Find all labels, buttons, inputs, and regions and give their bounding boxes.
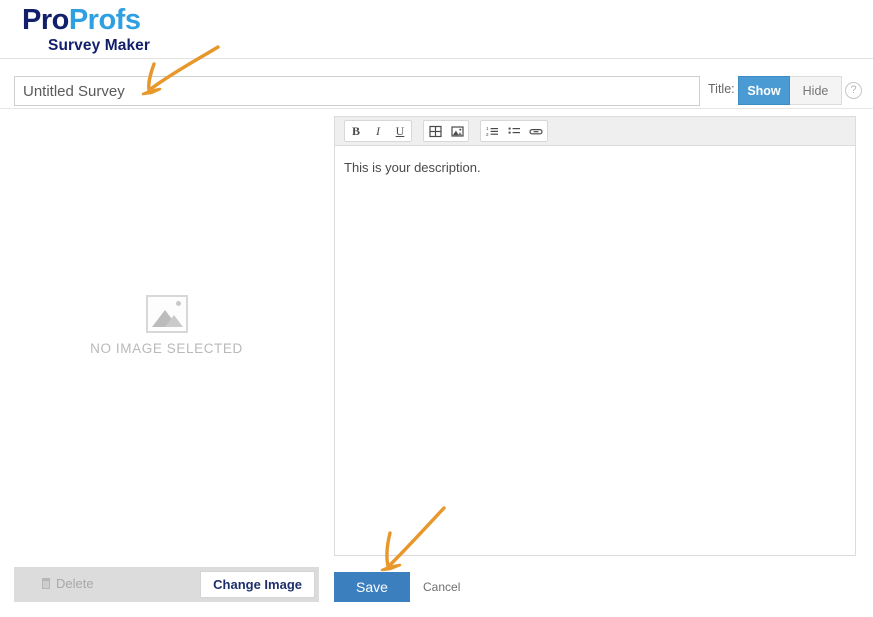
no-image-label: NO IMAGE SELECTED [90, 341, 243, 356]
sun-shape [175, 301, 181, 306]
title-visibility-label: Title: [708, 82, 735, 96]
ordered-list-icon[interactable]: 1 2 [481, 122, 503, 140]
survey-title-input[interactable] [14, 76, 700, 106]
cancel-button[interactable]: Cancel [423, 580, 460, 594]
image-placeholder-icon [145, 295, 188, 333]
toolbar-group-lists: 1 2 [480, 120, 548, 142]
italic-icon[interactable]: I [367, 122, 389, 140]
toolbar-group-insert [423, 120, 469, 142]
logo-profs-text: Profs [68, 4, 141, 36]
image-panel: NO IMAGE SELECTED [14, 115, 319, 555]
no-image-placeholder: NO IMAGE SELECTED [14, 295, 319, 356]
title-show-button[interactable]: Show [738, 76, 790, 105]
save-button[interactable]: Save [334, 572, 410, 602]
logo-subtitle: Survey Maker [48, 37, 151, 54]
trash-icon [42, 578, 50, 589]
image-icon[interactable] [446, 122, 468, 140]
image-panel-footer: Delete Change Image [14, 567, 319, 602]
editor-content-area[interactable]: This is your description. [335, 146, 855, 175]
logo-pro-text: Pro [22, 4, 69, 36]
logo-wordmark: ProProfs [22, 6, 150, 35]
delete-image-button[interactable]: Delete [42, 576, 94, 591]
editor-toolbar: B I U 1 2 [335, 117, 855, 146]
app-header: ProProfs Survey Maker [0, 0, 873, 59]
proprofs-logo: ProProfs Survey Maker [22, 6, 150, 54]
underline-icon[interactable]: U [389, 122, 411, 140]
unordered-list-icon[interactable] [503, 122, 525, 140]
survey-title-row: Title: Show Hide [0, 59, 873, 109]
change-image-button[interactable]: Change Image [200, 571, 315, 598]
mountain-shape-small [164, 315, 183, 327]
editor-description-text: This is your description. [344, 160, 481, 175]
title-hide-button[interactable]: Hide [790, 76, 842, 105]
bold-icon[interactable]: B [345, 122, 367, 140]
link-icon[interactable] [525, 122, 547, 140]
svg-text:1: 1 [486, 126, 489, 131]
delete-image-label: Delete [56, 576, 94, 591]
svg-text:2: 2 [486, 132, 489, 137]
table-icon[interactable] [424, 122, 446, 140]
help-icon[interactable]: ? [845, 82, 862, 99]
toolbar-group-text-style: B I U [344, 120, 412, 142]
description-editor: B I U 1 2 This is your description. [334, 116, 856, 556]
